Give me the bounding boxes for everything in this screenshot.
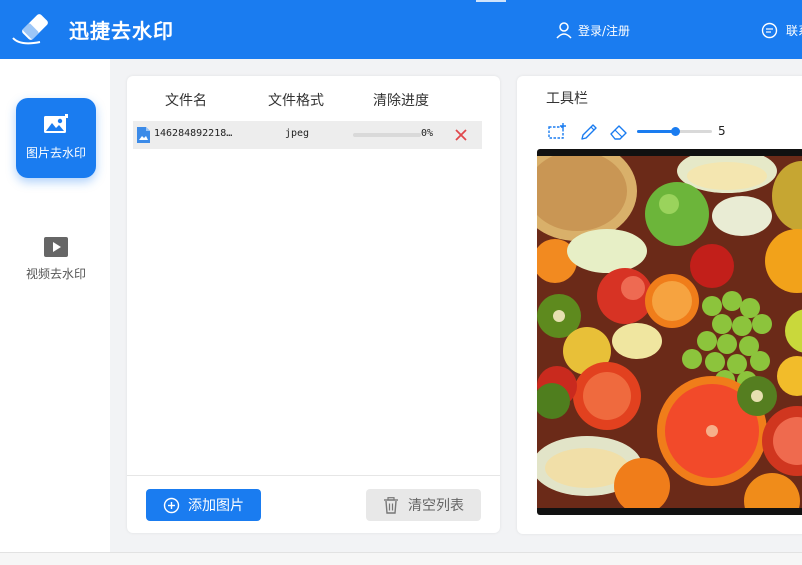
divider [127, 475, 500, 476]
add-image-label: 添加图片 [188, 498, 244, 514]
column-header-filename: 文件名 [165, 93, 207, 109]
app-header: 迅捷去水印 登录/注册 联系 [0, 0, 802, 59]
app-title: 迅捷去水印 [69, 19, 174, 43]
sidebar-item-label: 图片去水印 [25, 146, 86, 160]
slider-fill [637, 130, 675, 133]
clear-list-button[interactable]: 清空列表 [366, 489, 481, 521]
user-icon [556, 22, 572, 39]
pen-icon[interactable] [579, 122, 599, 142]
eraser-icon[interactable] [609, 122, 629, 142]
video-play-icon [44, 237, 68, 257]
status-bar [0, 552, 802, 565]
delete-icon[interactable] [454, 128, 468, 142]
contact-link[interactable]: 联系 [761, 20, 802, 40]
file-name: 146284892218… [154, 128, 233, 139]
chat-icon [761, 22, 778, 38]
header-accent-line [476, 0, 506, 2]
brush-size-slider[interactable] [637, 127, 712, 136]
trash-icon [384, 496, 398, 514]
brush-size-value: 5 [718, 124, 726, 138]
clear-list-label: 清空列表 [408, 498, 464, 514]
progress-percent: 0% [421, 128, 434, 139]
sidebar-item-video-watermark[interactable]: 视频去水印 [16, 229, 96, 289]
image-icon [44, 114, 68, 133]
login-register-label: 登录/注册 [578, 23, 631, 38]
image-preview-canvas[interactable] [537, 149, 802, 515]
login-register-link[interactable]: 登录/注册 [555, 20, 630, 40]
plus-circle-icon [163, 497, 180, 513]
eraser-logo-icon [12, 14, 48, 45]
file-list-panel: 文件名 文件格式 清除进度 146284892218… jpeg 0% 添加图片 [127, 76, 500, 533]
column-header-progress: 清除进度 [373, 93, 429, 109]
fruit-photo [537, 156, 802, 508]
sidebar-item-label: 视频去水印 [25, 267, 86, 281]
sidebar: 图片去水印 视频去水印 [0, 59, 110, 554]
file-format: jpeg [285, 128, 310, 139]
file-row[interactable]: 146284892218… jpeg 0% [133, 121, 482, 149]
image-file-icon [137, 127, 150, 143]
toolbar-title: 工具栏 [546, 91, 588, 107]
sidebar-item-image-watermark[interactable]: 图片去水印 [16, 98, 96, 178]
preview-panel: 工具栏 5 [517, 76, 802, 534]
contact-label: 联系 [786, 23, 802, 38]
select-rect-icon[interactable] [547, 122, 567, 142]
progress-bar [353, 133, 421, 137]
add-image-button[interactable]: 添加图片 [146, 489, 261, 521]
column-header-format: 文件格式 [268, 93, 324, 109]
slider-handle[interactable] [670, 127, 680, 136]
